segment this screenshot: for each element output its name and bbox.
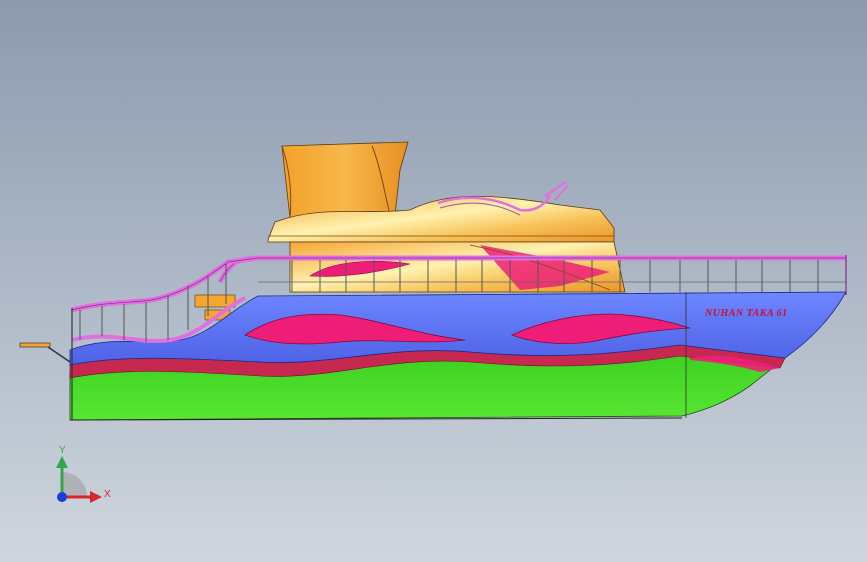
triad-plane-indicator — [62, 472, 87, 497]
coordinate-triad[interactable]: Y X — [0, 0, 867, 562]
z-axis-dot — [57, 492, 67, 502]
y-axis-label: Y — [59, 445, 66, 456]
x-axis-label: X — [104, 489, 111, 500]
cad-viewport[interactable]: NUHAN TAKA 61 Y X — [0, 0, 867, 562]
